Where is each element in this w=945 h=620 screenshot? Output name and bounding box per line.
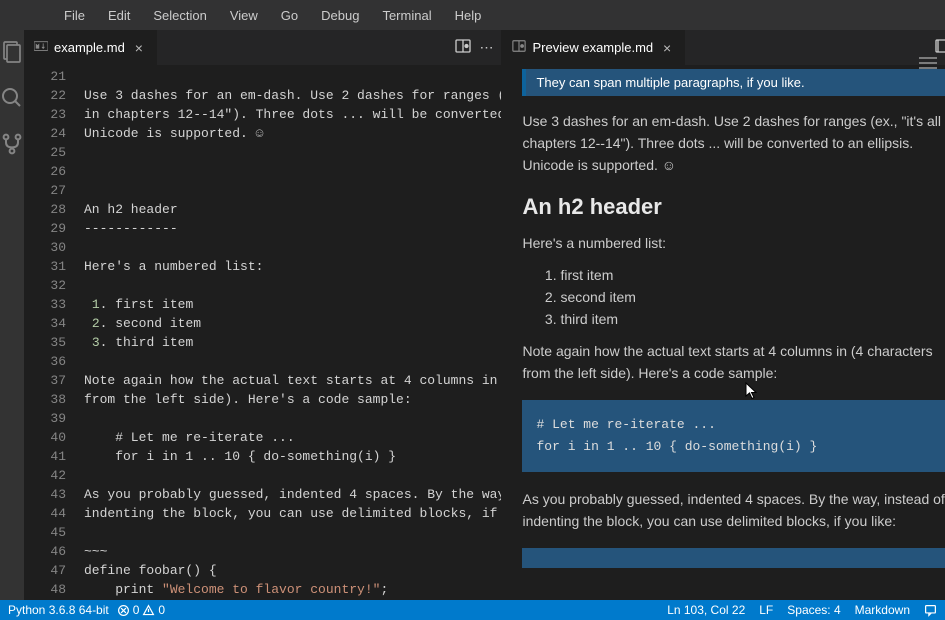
menu-terminal[interactable]: Terminal <box>373 4 440 27</box>
preview-codeblock <box>522 548 945 568</box>
close-icon[interactable]: × <box>131 40 147 56</box>
preview-h2: An h2 header <box>522 194 945 220</box>
status-language[interactable]: Markdown <box>855 603 910 617</box>
preview-blockquote: They can span multiple paragraphs, if yo… <box>522 69 945 96</box>
source-control-icon[interactable] <box>0 132 24 156</box>
status-indentation[interactable]: Spaces: 4 <box>787 603 840 617</box>
tab-example-md[interactable]: example.md × <box>24 30 158 65</box>
preview-paragraph: Note again how the actual text starts at… <box>522 340 945 384</box>
preview-ordered-list: first item second item third item <box>560 264 945 330</box>
preview-body[interactable]: They can span multiple paragraphs, if yo… <box>502 65 945 600</box>
preview-codeblock: # Let me re-iterate ... for i in 1 .. 10… <box>522 400 945 472</box>
tabs-bar-left: example.md × ⋯ <box>24 30 501 65</box>
tabs-bar-right: Preview example.md × ⋯ <box>502 30 945 65</box>
list-item: second item <box>560 286 945 308</box>
tab-preview[interactable]: Preview example.md × <box>502 30 686 65</box>
status-python[interactable]: Python 3.6.8 64-bit <box>8 603 109 617</box>
menu-view[interactable]: View <box>221 4 267 27</box>
status-feedback-icon[interactable] <box>924 604 937 617</box>
editor-body[interactable]: 2122232425262728293031323334353637383940… <box>24 65 501 600</box>
preview-icon <box>512 39 526 56</box>
editor-group-right: Preview example.md × ⋯ They can span mul… <box>502 30 945 600</box>
status-errors-count: 0 <box>133 603 140 617</box>
menu-go[interactable]: Go <box>272 4 307 27</box>
tab-label: Preview example.md <box>532 40 653 55</box>
code-area[interactable]: Use 3 dashes for an em-dash. Use 2 dashe… <box>84 65 501 600</box>
statusbar: Python 3.6.8 64-bit 0 0 Ln 103, Col 22 L… <box>0 600 945 620</box>
search-icon[interactable] <box>0 86 24 110</box>
tab-label: example.md <box>54 40 125 55</box>
list-item: third item <box>560 308 945 330</box>
open-preview-side-icon[interactable] <box>455 38 471 57</box>
preview-paragraph: Here's a numbered list: <box>522 232 945 254</box>
explorer-icon[interactable] <box>0 40 24 64</box>
toolbar-button[interactable] <box>917 54 939 75</box>
more-actions-icon[interactable]: ⋯ <box>479 39 493 56</box>
list-item: first item <box>560 264 945 286</box>
status-problems[interactable]: 0 0 <box>117 603 165 617</box>
status-cursor-position[interactable]: Ln 103, Col 22 <box>667 603 745 617</box>
menu-selection[interactable]: Selection <box>144 4 215 27</box>
menubar: File Edit Selection View Go Debug Termin… <box>0 0 945 30</box>
status-warnings-count: 0 <box>158 603 165 617</box>
line-numbers: 2122232425262728293031323334353637383940… <box>24 65 84 600</box>
menu-help[interactable]: Help <box>446 4 491 27</box>
menu-edit[interactable]: Edit <box>99 4 139 27</box>
status-eol[interactable]: LF <box>759 603 773 617</box>
preview-paragraph: Use 3 dashes for an em-dash. Use 2 dashe… <box>522 110 945 176</box>
preview-paragraph: As you probably guessed, indented 4 spac… <box>522 488 945 532</box>
markdown-file-icon <box>34 39 48 56</box>
editor-group-left: example.md × ⋯ 2122232425262728293031323… <box>24 30 502 600</box>
close-icon[interactable]: × <box>659 40 675 56</box>
menu-file[interactable]: File <box>55 4 94 27</box>
menu-debug[interactable]: Debug <box>312 4 368 27</box>
activity-bar <box>0 30 24 600</box>
